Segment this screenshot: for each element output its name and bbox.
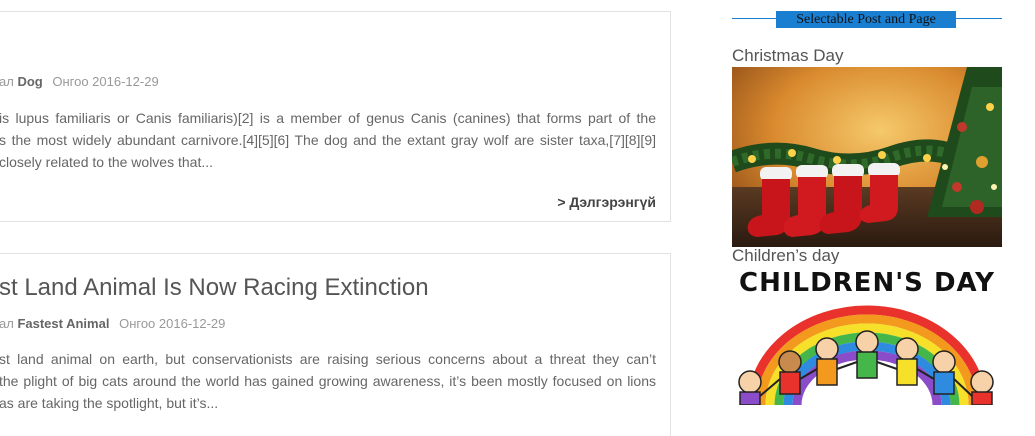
excerpt-line: is lupus familiaris or Canis familiaris)… bbox=[0, 110, 656, 126]
widget-header: Selectable Post and Page bbox=[732, 10, 1002, 28]
post-meta: ал Fastest Animal Онгоо 2016-12-29 bbox=[0, 316, 225, 331]
post-meta: ал Dog Онгоо 2016-12-29 bbox=[0, 74, 159, 89]
widget-title: Selectable Post and Page bbox=[776, 11, 956, 28]
sidebar-item-title-christmas[interactable]: Christmas Day bbox=[732, 46, 843, 66]
excerpt-line: s the most widely abundant carnivore.[4]… bbox=[0, 132, 656, 148]
post-meta-prefix: ал bbox=[0, 74, 14, 89]
post-date: Онгоо 2016-12-29 bbox=[119, 316, 226, 331]
post-card: st Land Animal Is Now Racing Extinction … bbox=[0, 253, 671, 436]
childrens-day-image-text: CHILDREN'S DAY bbox=[739, 268, 995, 298]
post-category-link[interactable]: Dog bbox=[17, 74, 42, 89]
excerpt-line: st land animal on earth, but conservatio… bbox=[0, 351, 656, 367]
post-meta-prefix: ал bbox=[0, 316, 14, 331]
post-title-link[interactable]: st Land Animal Is Now Racing Extinction bbox=[0, 274, 429, 302]
excerpt-line: as are taking the spotlight, but it’s... bbox=[0, 395, 219, 411]
christmas-thumbnail[interactable] bbox=[732, 67, 1002, 247]
sidebar-item-title-childrens-day[interactable]: Children’s day bbox=[732, 246, 839, 266]
excerpt-line: the plight of big cats around the world … bbox=[0, 373, 656, 389]
read-more-link[interactable]: > Дэлгэрэнгүй bbox=[557, 194, 656, 210]
post-excerpt: is lupus familiaris or Canis familiaris)… bbox=[0, 107, 656, 173]
post-date: Онгоо 2016-12-29 bbox=[52, 74, 159, 89]
christmas-stockings-image bbox=[732, 67, 1002, 247]
childrens-day-image: CHILDREN'S DAY bbox=[738, 268, 995, 405]
childrens-day-thumbnail[interactable]: CHILDREN'S DAY bbox=[732, 264, 1002, 405]
post-category-link[interactable]: Fastest Animal bbox=[17, 316, 109, 331]
post-excerpt: st land animal on earth, but conservatio… bbox=[0, 348, 656, 414]
post-card: ал Dog Онгоо 2016-12-29 is lupus familia… bbox=[0, 11, 671, 222]
excerpt-line: closely related to the wolves that... bbox=[0, 154, 213, 170]
